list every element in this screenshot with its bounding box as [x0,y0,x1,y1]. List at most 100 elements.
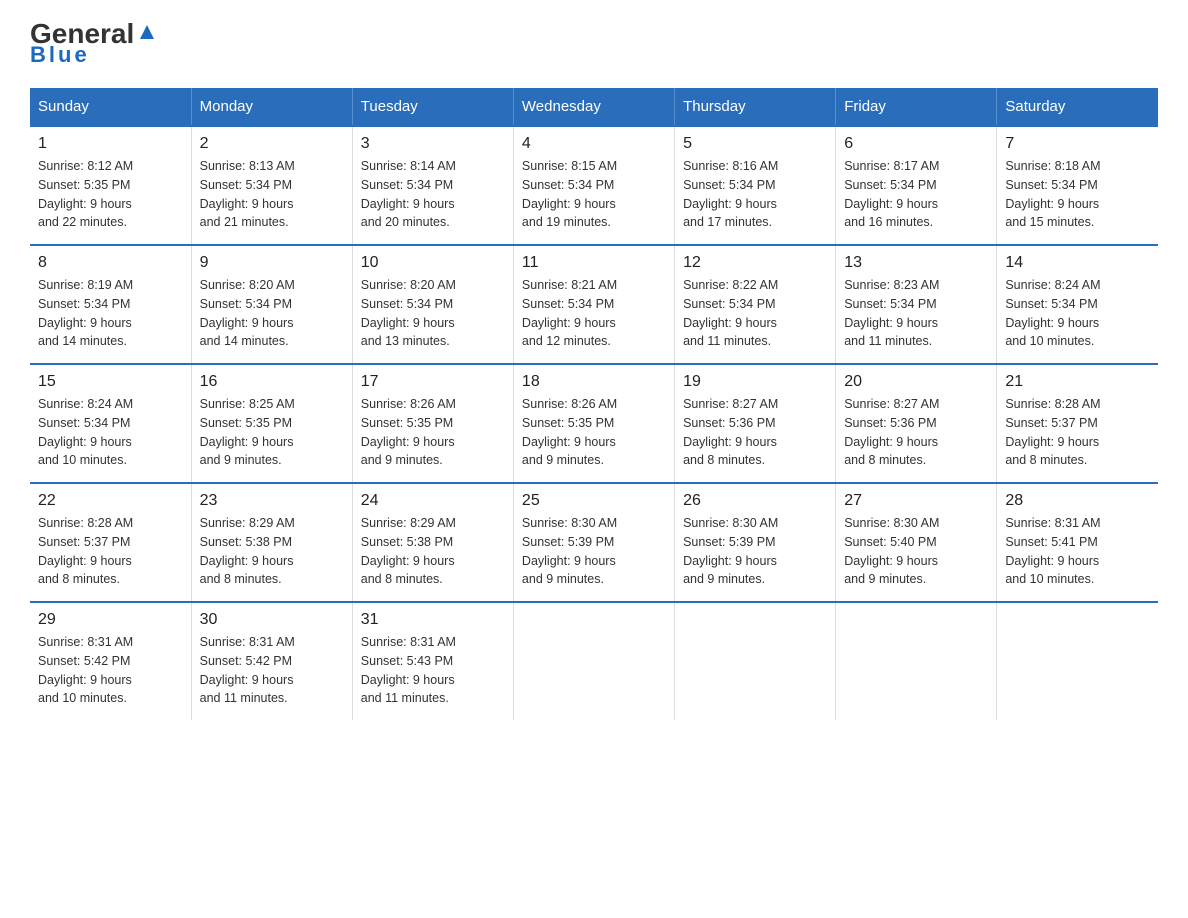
calendar-cell: 23 Sunrise: 8:29 AM Sunset: 5:38 PM Dayl… [191,483,352,602]
weekday-header-row: SundayMondayTuesdayWednesdayThursdayFrid… [30,88,1158,126]
weekday-header-sunday: Sunday [30,88,191,126]
logo: General Blue [30,20,158,68]
day-number: 22 [38,492,183,510]
calendar-cell: 3 Sunrise: 8:14 AM Sunset: 5:34 PM Dayli… [352,126,513,245]
weekday-header-friday: Friday [836,88,997,126]
day-info: Sunrise: 8:31 AM Sunset: 5:41 PM Dayligh… [1005,514,1150,589]
calendar-cell [675,602,836,720]
day-info: Sunrise: 8:24 AM Sunset: 5:34 PM Dayligh… [1005,276,1150,351]
calendar-cell: 19 Sunrise: 8:27 AM Sunset: 5:36 PM Dayl… [675,364,836,483]
day-number: 28 [1005,492,1150,510]
calendar-cell [997,602,1158,720]
calendar-cell: 6 Sunrise: 8:17 AM Sunset: 5:34 PM Dayli… [836,126,997,245]
day-info: Sunrise: 8:16 AM Sunset: 5:34 PM Dayligh… [683,157,827,232]
calendar-week-row: 15 Sunrise: 8:24 AM Sunset: 5:34 PM Dayl… [30,364,1158,483]
page-header: General Blue [30,20,1158,68]
day-number: 9 [200,254,344,272]
day-number: 16 [200,373,344,391]
calendar-cell: 12 Sunrise: 8:22 AM Sunset: 5:34 PM Dayl… [675,245,836,364]
calendar-week-row: 22 Sunrise: 8:28 AM Sunset: 5:37 PM Dayl… [30,483,1158,602]
calendar-cell: 10 Sunrise: 8:20 AM Sunset: 5:34 PM Dayl… [352,245,513,364]
calendar-cell [513,602,674,720]
calendar-cell: 29 Sunrise: 8:31 AM Sunset: 5:42 PM Dayl… [30,602,191,720]
calendar-cell: 25 Sunrise: 8:30 AM Sunset: 5:39 PM Dayl… [513,483,674,602]
calendar-cell: 14 Sunrise: 8:24 AM Sunset: 5:34 PM Dayl… [997,245,1158,364]
calendar-cell: 15 Sunrise: 8:24 AM Sunset: 5:34 PM Dayl… [30,364,191,483]
day-number: 6 [844,135,988,153]
day-number: 24 [361,492,505,510]
logo-arrow-icon [136,21,158,43]
calendar-cell: 9 Sunrise: 8:20 AM Sunset: 5:34 PM Dayli… [191,245,352,364]
calendar-week-row: 1 Sunrise: 8:12 AM Sunset: 5:35 PM Dayli… [30,126,1158,245]
weekday-header-monday: Monday [191,88,352,126]
day-info: Sunrise: 8:29 AM Sunset: 5:38 PM Dayligh… [361,514,505,589]
day-info: Sunrise: 8:27 AM Sunset: 5:36 PM Dayligh… [844,395,988,470]
day-number: 27 [844,492,988,510]
calendar-cell: 1 Sunrise: 8:12 AM Sunset: 5:35 PM Dayli… [30,126,191,245]
calendar-cell: 27 Sunrise: 8:30 AM Sunset: 5:40 PM Dayl… [836,483,997,602]
calendar-cell: 20 Sunrise: 8:27 AM Sunset: 5:36 PM Dayl… [836,364,997,483]
day-number: 17 [361,373,505,391]
day-info: Sunrise: 8:21 AM Sunset: 5:34 PM Dayligh… [522,276,666,351]
logo-blue: Blue [30,42,90,68]
day-info: Sunrise: 8:12 AM Sunset: 5:35 PM Dayligh… [38,157,183,232]
calendar-cell: 7 Sunrise: 8:18 AM Sunset: 5:34 PM Dayli… [997,126,1158,245]
calendar-cell: 24 Sunrise: 8:29 AM Sunset: 5:38 PM Dayl… [352,483,513,602]
calendar-cell: 11 Sunrise: 8:21 AM Sunset: 5:34 PM Dayl… [513,245,674,364]
day-number: 8 [38,254,183,272]
day-info: Sunrise: 8:31 AM Sunset: 5:42 PM Dayligh… [38,633,183,708]
day-info: Sunrise: 8:17 AM Sunset: 5:34 PM Dayligh… [844,157,988,232]
calendar-cell: 16 Sunrise: 8:25 AM Sunset: 5:35 PM Dayl… [191,364,352,483]
weekday-header-tuesday: Tuesday [352,88,513,126]
day-info: Sunrise: 8:31 AM Sunset: 5:43 PM Dayligh… [361,633,505,708]
calendar-cell: 4 Sunrise: 8:15 AM Sunset: 5:34 PM Dayli… [513,126,674,245]
day-number: 10 [361,254,505,272]
calendar-cell [836,602,997,720]
day-info: Sunrise: 8:20 AM Sunset: 5:34 PM Dayligh… [200,276,344,351]
day-number: 12 [683,254,827,272]
day-info: Sunrise: 8:26 AM Sunset: 5:35 PM Dayligh… [522,395,666,470]
calendar-week-row: 8 Sunrise: 8:19 AM Sunset: 5:34 PM Dayli… [30,245,1158,364]
calendar-cell: 17 Sunrise: 8:26 AM Sunset: 5:35 PM Dayl… [352,364,513,483]
day-number: 3 [361,135,505,153]
calendar-cell: 26 Sunrise: 8:30 AM Sunset: 5:39 PM Dayl… [675,483,836,602]
day-info: Sunrise: 8:30 AM Sunset: 5:39 PM Dayligh… [683,514,827,589]
calendar-cell: 8 Sunrise: 8:19 AM Sunset: 5:34 PM Dayli… [30,245,191,364]
calendar-cell: 30 Sunrise: 8:31 AM Sunset: 5:42 PM Dayl… [191,602,352,720]
day-number: 11 [522,254,666,272]
weekday-header-wednesday: Wednesday [513,88,674,126]
day-number: 26 [683,492,827,510]
weekday-header-saturday: Saturday [997,88,1158,126]
day-info: Sunrise: 8:30 AM Sunset: 5:40 PM Dayligh… [844,514,988,589]
calendar-cell: 22 Sunrise: 8:28 AM Sunset: 5:37 PM Dayl… [30,483,191,602]
day-number: 15 [38,373,183,391]
day-info: Sunrise: 8:30 AM Sunset: 5:39 PM Dayligh… [522,514,666,589]
day-info: Sunrise: 8:15 AM Sunset: 5:34 PM Dayligh… [522,157,666,232]
day-number: 30 [200,611,344,629]
day-number: 4 [522,135,666,153]
day-number: 5 [683,135,827,153]
day-info: Sunrise: 8:28 AM Sunset: 5:37 PM Dayligh… [38,514,183,589]
day-info: Sunrise: 8:27 AM Sunset: 5:36 PM Dayligh… [683,395,827,470]
day-info: Sunrise: 8:22 AM Sunset: 5:34 PM Dayligh… [683,276,827,351]
weekday-header-thursday: Thursday [675,88,836,126]
day-number: 19 [683,373,827,391]
calendar-cell: 13 Sunrise: 8:23 AM Sunset: 5:34 PM Dayl… [836,245,997,364]
day-number: 1 [38,135,183,153]
day-info: Sunrise: 8:24 AM Sunset: 5:34 PM Dayligh… [38,395,183,470]
day-info: Sunrise: 8:26 AM Sunset: 5:35 PM Dayligh… [361,395,505,470]
day-info: Sunrise: 8:29 AM Sunset: 5:38 PM Dayligh… [200,514,344,589]
calendar-cell: 28 Sunrise: 8:31 AM Sunset: 5:41 PM Dayl… [997,483,1158,602]
day-number: 23 [200,492,344,510]
day-number: 25 [522,492,666,510]
day-info: Sunrise: 8:19 AM Sunset: 5:34 PM Dayligh… [38,276,183,351]
calendar-cell: 5 Sunrise: 8:16 AM Sunset: 5:34 PM Dayli… [675,126,836,245]
day-info: Sunrise: 8:23 AM Sunset: 5:34 PM Dayligh… [844,276,988,351]
day-number: 31 [361,611,505,629]
day-info: Sunrise: 8:14 AM Sunset: 5:34 PM Dayligh… [361,157,505,232]
day-number: 14 [1005,254,1150,272]
calendar-cell: 18 Sunrise: 8:26 AM Sunset: 5:35 PM Dayl… [513,364,674,483]
calendar-cell: 2 Sunrise: 8:13 AM Sunset: 5:34 PM Dayli… [191,126,352,245]
day-info: Sunrise: 8:18 AM Sunset: 5:34 PM Dayligh… [1005,157,1150,232]
day-info: Sunrise: 8:13 AM Sunset: 5:34 PM Dayligh… [200,157,344,232]
